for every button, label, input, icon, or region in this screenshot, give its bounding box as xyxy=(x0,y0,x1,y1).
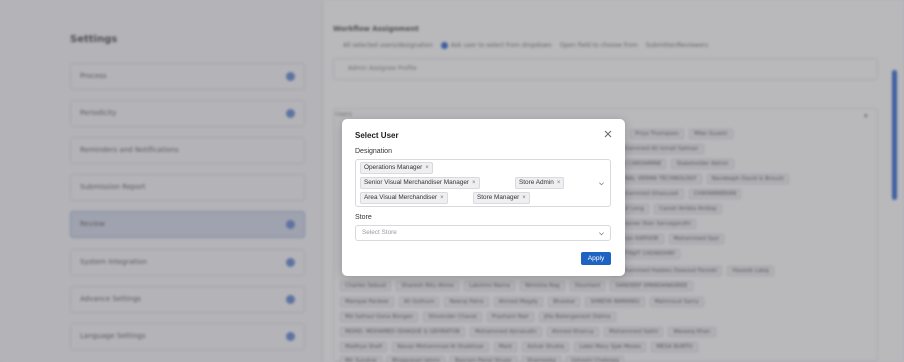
store-select[interactable]: Select Store xyxy=(355,225,611,241)
dialog-title: Select User xyxy=(355,131,399,140)
designation-chip: Senior Visual Merchandiser Manager × xyxy=(360,177,480,189)
remove-chip-icon[interactable]: × xyxy=(472,178,476,188)
close-icon[interactable] xyxy=(603,129,613,139)
chevron-down-icon[interactable] xyxy=(598,180,605,187)
designation-label: Designation xyxy=(355,148,392,155)
remove-chip-icon[interactable]: × xyxy=(425,163,429,173)
designation-multiselect[interactable]: Operations Manager × Senior Visual Mercha… xyxy=(355,159,611,207)
chevron-down-icon[interactable] xyxy=(598,230,605,237)
select-user-dialog: Select User Designation Operations Manag… xyxy=(342,119,625,276)
remove-chip-icon[interactable]: × xyxy=(440,193,444,203)
store-label: Store xyxy=(355,214,372,221)
remove-chip-icon[interactable]: × xyxy=(522,193,526,203)
designation-chip: Operations Manager × xyxy=(360,162,433,174)
designation-chip: Store Manager × xyxy=(473,192,530,204)
remove-chip-icon[interactable]: × xyxy=(557,178,561,188)
store-select-placeholder: Select Store xyxy=(362,229,397,236)
apply-button[interactable]: Apply xyxy=(581,252,611,265)
designation-chip: Area Visual Merchandiser × xyxy=(360,192,448,204)
designation-chip: Store Admin × xyxy=(515,177,565,189)
